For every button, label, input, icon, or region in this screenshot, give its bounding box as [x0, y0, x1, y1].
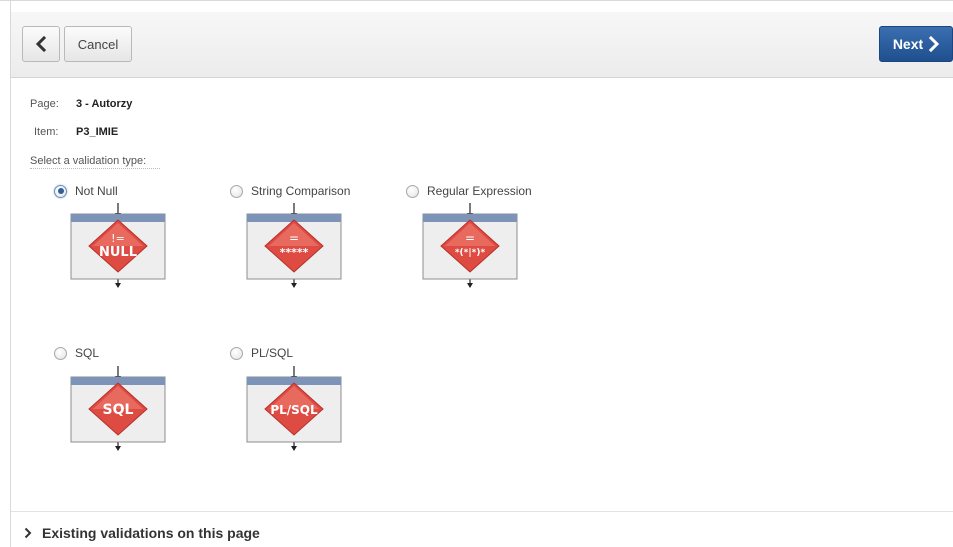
wizard-toolbar: Cancel Next	[11, 12, 953, 78]
string-comparison-bottom-glyph: *****	[280, 246, 309, 259]
next-button[interactable]: Next	[879, 26, 953, 62]
frame-top-border	[0, 0, 953, 1]
sql-glyph: SQL	[103, 402, 134, 418]
option-regular-expression-label: Regular Expression	[427, 184, 532, 198]
existing-validations-toggle[interactable]: Existing validations on this page	[24, 525, 260, 541]
validation-type-underline	[30, 168, 160, 169]
item-info: Item: P3_IMIE	[30, 126, 118, 138]
option-not-null[interactable]: Not Null	[54, 184, 118, 198]
not-null-bottom-glyph: NULL	[99, 245, 137, 260]
radio-string-comparison[interactable]	[230, 184, 243, 198]
option-sql[interactable]: SQL	[54, 346, 99, 360]
validation-type-label: Select a validation type:	[30, 155, 147, 167]
option-plsql[interactable]: PL/SQL	[230, 346, 293, 360]
radio-sql[interactable]	[54, 346, 67, 360]
back-button[interactable]	[22, 26, 60, 62]
chevron-right-icon	[24, 527, 32, 539]
option-sql-label: SQL	[75, 346, 100, 360]
footer-divider	[11, 511, 953, 512]
chevron-left-icon	[35, 36, 47, 52]
frame-left-border	[10, 0, 11, 547]
page-value: 3 - Autorzy	[76, 98, 133, 110]
option-not-null-label: Not Null	[75, 184, 118, 198]
radio-regular-expression[interactable]	[406, 184, 419, 198]
cancel-button[interactable]: Cancel	[64, 26, 132, 62]
string-comparison-top-glyph: =	[289, 231, 299, 245]
chevron-right-icon	[929, 36, 940, 52]
next-button-label: Next	[892, 36, 924, 52]
regular-expression-bottom-glyph: *(*|*)*	[455, 248, 486, 258]
plsql-diagram-icon[interactable]: PL/SQL	[246, 366, 342, 455]
existing-validations-label: Existing validations on this page	[42, 525, 260, 541]
not-null-top-glyph: !=	[111, 232, 125, 245]
not-null-diagram-icon[interactable]: != NULL	[70, 203, 166, 292]
option-plsql-label: PL/SQL	[251, 346, 294, 360]
option-string-comparison[interactable]: String Comparison	[230, 184, 350, 198]
item-value: P3_IMIE	[76, 126, 119, 138]
sql-diagram-icon[interactable]: SQL	[70, 366, 166, 455]
cancel-button-label: Cancel	[77, 36, 119, 52]
page-info: Page: 3 - Autorzy	[30, 98, 132, 110]
radio-selected-dot	[57, 188, 64, 194]
regular-expression-top-glyph: =	[465, 231, 475, 245]
option-regular-expression[interactable]: Regular Expression	[406, 184, 532, 198]
option-string-comparison-label: String Comparison	[251, 184, 351, 198]
radio-plsql[interactable]	[230, 346, 243, 360]
radio-not-null[interactable]	[54, 184, 67, 198]
string-comparison-diagram-icon[interactable]: = *****	[246, 203, 342, 292]
page-label: Page:	[30, 98, 59, 110]
plsql-glyph: PL/SQL	[270, 403, 318, 417]
regular-expression-diagram-icon[interactable]: = *(*|*)*	[422, 203, 518, 292]
item-label: Item:	[34, 126, 59, 138]
